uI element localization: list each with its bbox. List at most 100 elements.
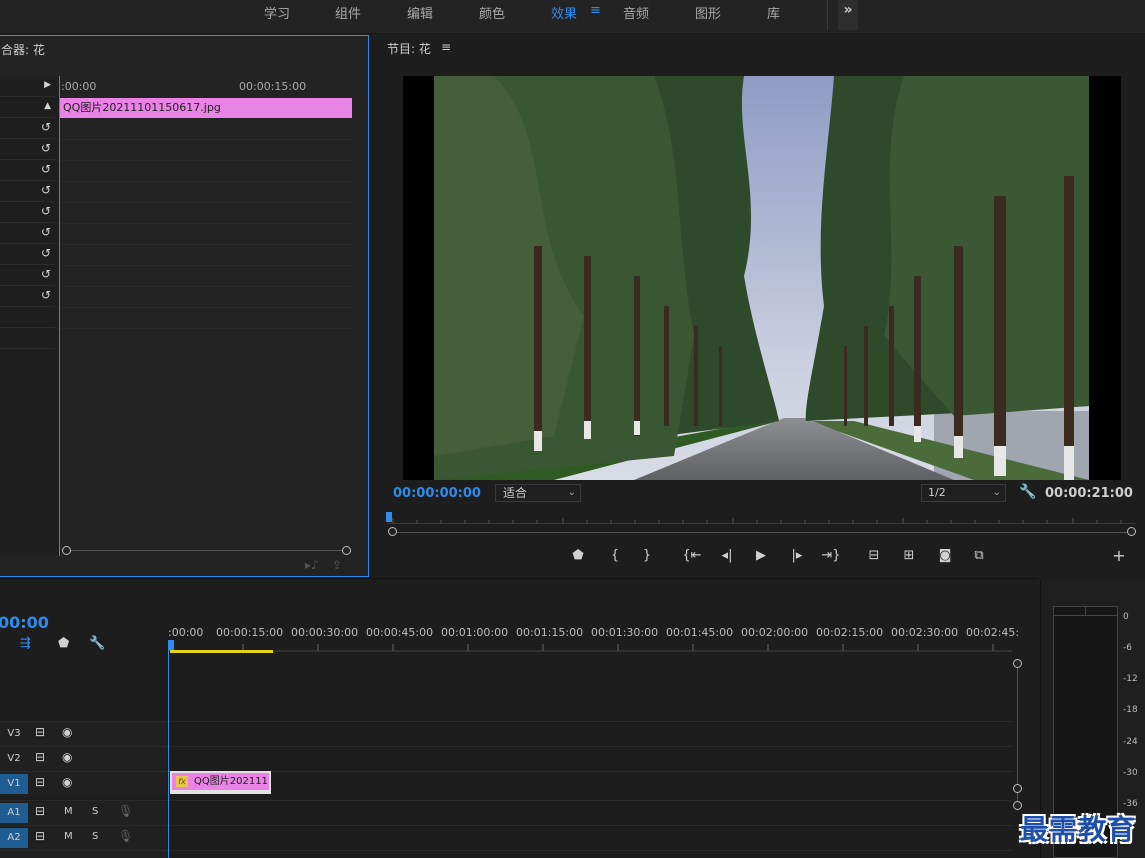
effect-controls-title[interactable]: 合器: 花	[1, 41, 45, 58]
workspace-tab-graphics[interactable]: 图形	[695, 3, 721, 22]
mark-in-button[interactable]: {	[605, 548, 625, 563]
timeline-timecode[interactable]: 00:00	[0, 613, 49, 632]
eye-icon[interactable]: ◉	[62, 725, 72, 739]
lift-icon[interactable]: ⊟	[864, 548, 884, 563]
settings-wrench-icon[interactable]: 🔧	[1019, 484, 1036, 500]
solo-button[interactable]: S	[92, 831, 98, 842]
zoom-handle-right[interactable]	[1127, 527, 1136, 536]
export-icon[interactable]: ⇪	[332, 558, 342, 572]
effect-row: ↺	[0, 265, 55, 286]
compare-icon[interactable]: ⧉	[969, 548, 989, 563]
snap-icon[interactable]: ⇶	[20, 636, 31, 651]
reset-icon[interactable]: ↺	[41, 120, 51, 134]
mark-out-button[interactable]: }	[637, 548, 657, 563]
grid-line	[60, 307, 352, 308]
play-triangle-icon[interactable]: ▶	[44, 80, 51, 90]
add-button[interactable]: +	[1109, 546, 1129, 565]
timeline-clip[interactable]: fx QQ图片202111	[170, 771, 271, 794]
meter-divider	[1085, 606, 1086, 616]
reset-icon[interactable]: ↺	[41, 288, 51, 302]
track-label[interactable]: A1	[0, 803, 28, 823]
zoom-fit-dropdown[interactable]: 适合 ⌄	[495, 484, 581, 502]
eye-icon[interactable]: ◉	[62, 750, 72, 764]
timeline-playhead-marker[interactable]	[168, 640, 174, 650]
audio-meter-peak[interactable]	[1053, 606, 1118, 616]
play-icon[interactable]: ▶	[751, 548, 771, 563]
timeline-ruler[interactable]: :00:00 00:00:15:00 00:00:30:00 00:00:45:…	[168, 624, 1019, 654]
reset-icon[interactable]: ↺	[41, 246, 51, 260]
audio-only-icon[interactable]: ▸♪	[305, 558, 319, 572]
track-header: V1 ⊟ ◉	[0, 772, 167, 796]
program-zoom-scrollbar[interactable]	[393, 532, 1133, 533]
work-area-bar[interactable]	[170, 650, 273, 653]
ruler-label: 00:00:45:00	[366, 626, 434, 639]
settings-wrench-icon[interactable]: 🔧	[89, 636, 105, 651]
program-playhead-marker[interactable]	[386, 512, 392, 522]
reset-icon[interactable]: ↺	[41, 267, 51, 281]
effect-row-motion: ▲	[0, 97, 55, 118]
ruler-label: 00:00:30:00	[291, 626, 359, 639]
zoom-handle-left[interactable]	[388, 527, 397, 536]
program-monitor-title[interactable]: 节目: 花	[387, 40, 431, 57]
zoom-handle-left[interactable]	[62, 546, 71, 555]
camera-icon[interactable]: ◙	[935, 548, 955, 563]
effect-zoom-scrollbar[interactable]	[65, 550, 345, 551]
microphone-icon[interactable]: 🎙	[118, 804, 133, 818]
db-label: -24	[1123, 737, 1138, 747]
workspace-tab-learn[interactable]: 学习	[264, 3, 290, 22]
chevron-down-icon: ⌄	[567, 487, 576, 498]
step-forward-icon[interactable]: |▸	[787, 548, 807, 563]
reset-icon[interactable]: ↺	[41, 183, 51, 197]
zoom-handle-right[interactable]	[342, 546, 351, 555]
mute-button[interactable]: M	[64, 806, 73, 817]
step-back-icon[interactable]: ◂|	[717, 548, 737, 563]
more-workspaces-icon[interactable]: »	[838, 0, 858, 30]
reset-icon[interactable]: ↺	[41, 225, 51, 239]
workspace-menu-icon[interactable]: ≡	[590, 3, 601, 18]
effect-controls-panel: 合器: 花 ▶ ▲ ↺ ↺ ↺ ↺ ↺ ↺ ↺ ↺ ↺ :00:00 00:00…	[0, 35, 369, 577]
workspace-tab-libraries[interactable]: 库	[767, 3, 780, 22]
timeline-vertical-scrollbar[interactable]	[1017, 663, 1018, 803]
reset-icon[interactable]: ↺	[41, 204, 51, 218]
panel-menu-icon[interactable]: ≡	[441, 40, 451, 54]
sync-lock-icon[interactable]: ⊟	[35, 775, 45, 789]
timeline-playhead-line[interactable]	[168, 650, 169, 858]
sync-lock-icon[interactable]: ⊟	[35, 829, 45, 843]
track-label[interactable]: V2	[0, 749, 28, 769]
track-label[interactable]: V1	[0, 774, 28, 794]
extract-icon[interactable]: ⊞	[899, 548, 919, 563]
mute-button[interactable]: M	[64, 831, 73, 842]
workspace-tab-assembly[interactable]: 组件	[335, 3, 361, 22]
scroll-handle-bottom[interactable]	[1013, 784, 1022, 793]
go-to-in-icon[interactable]: {⇤	[682, 548, 702, 563]
microphone-icon[interactable]: 🎙	[118, 829, 133, 843]
workspace-tab-effects[interactable]: 效果	[551, 3, 577, 22]
add-marker-icon[interactable]: ⬟	[568, 548, 588, 563]
reset-icon[interactable]: ↺	[41, 141, 51, 155]
program-monitor-viewer[interactable]	[403, 76, 1121, 480]
workspace-tab-color[interactable]: 颜色	[479, 3, 505, 22]
scroll-handle-top[interactable]	[1013, 659, 1022, 668]
add-marker-icon[interactable]: ⬟	[58, 636, 69, 651]
reset-icon[interactable]: ↺	[41, 162, 51, 176]
program-time-ruler[interactable]	[387, 512, 1135, 524]
workspace-tab-audio[interactable]: 音频	[623, 3, 649, 22]
sync-lock-icon[interactable]: ⊟	[35, 804, 45, 818]
ruler-label: 00:02:30:00	[891, 626, 959, 639]
playback-resolution-dropdown[interactable]: 1/2 ⌄	[921, 484, 1006, 502]
go-to-out-icon[interactable]: ⇥}	[821, 548, 841, 563]
track-label[interactable]: A2	[0, 828, 28, 848]
effect-row: ↺	[0, 160, 55, 181]
eye-icon[interactable]: ◉	[62, 775, 72, 789]
solo-button[interactable]: S	[92, 806, 98, 817]
effect-timeline-playhead[interactable]	[59, 76, 60, 556]
chevron-down-icon: ⌄	[992, 487, 1001, 498]
fx-badge-icon[interactable]: fx	[176, 776, 188, 787]
effect-clip-bar[interactable]: QQ图片20211101150617.jpg	[60, 98, 352, 118]
workspace-tab-editing[interactable]: 编辑	[407, 3, 433, 22]
sync-lock-icon[interactable]: ⊟	[35, 725, 45, 739]
sync-lock-icon[interactable]: ⊟	[35, 750, 45, 764]
track-label[interactable]: V3	[0, 724, 28, 744]
program-playhead-timecode[interactable]: 00:00:00:00	[393, 486, 481, 501]
collapse-triangle-icon[interactable]: ▲	[44, 101, 51, 111]
